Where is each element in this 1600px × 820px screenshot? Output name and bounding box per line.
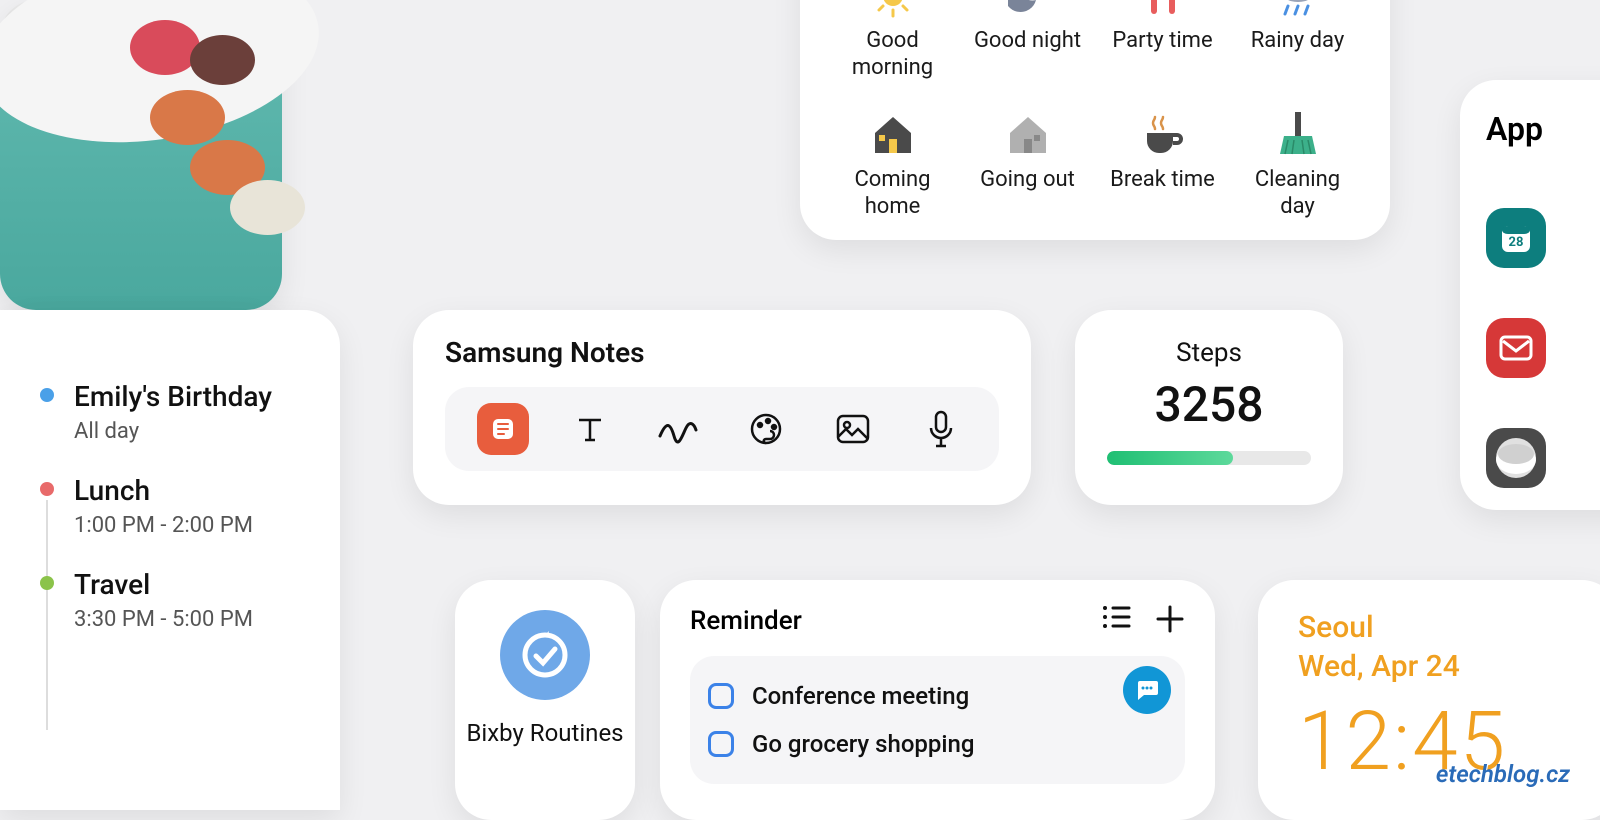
clock-city: Seoul: [1298, 610, 1578, 645]
party-icon: [1139, 0, 1187, 20]
notes-title: Samsung Notes: [445, 336, 999, 369]
reminder-item[interactable]: Go grocery shopping: [708, 720, 1167, 768]
browser-app-icon[interactable]: [1486, 428, 1546, 488]
routine-break-time[interactable]: Break time: [1100, 111, 1225, 220]
coffee-icon: [1139, 111, 1187, 159]
event-title: Travel: [74, 568, 253, 601]
voice-tool-button[interactable]: [915, 403, 967, 455]
home-icon: [869, 111, 917, 159]
event-title: Lunch: [74, 474, 253, 507]
routine-coming-home[interactable]: Coming home: [830, 111, 955, 220]
reminder-list: Conference meeting Go grocery shopping: [690, 656, 1185, 784]
routine-party-time[interactable]: Party time: [1100, 0, 1225, 81]
routine-label: Coming home: [830, 167, 955, 220]
reminder-text: Conference meeting: [752, 682, 969, 710]
mail-app-icon[interactable]: [1486, 318, 1546, 378]
reminder-widget: Reminder Conference meeting Go grocery s…: [660, 580, 1215, 820]
event-item[interactable]: Travel 3:30 PM - 5:00 PM: [40, 568, 310, 632]
chat-button[interactable]: [1123, 666, 1171, 714]
event-time: 3:30 PM - 5:00 PM: [74, 607, 253, 632]
palette-tool-button[interactable]: [740, 403, 792, 455]
new-note-button[interactable]: [477, 403, 529, 455]
steps-progress-bar: [1107, 451, 1311, 465]
routine-label: Going out: [980, 167, 1075, 193]
reminder-item[interactable]: Conference meeting: [708, 672, 1167, 720]
clock-date: Wed, Apr 24: [1298, 649, 1578, 684]
bixby-label: Bixby Routines: [465, 718, 625, 748]
macaron-image: [150, 90, 225, 145]
moon-icon: [1004, 0, 1052, 20]
event-item[interactable]: Lunch 1:00 PM - 2:00 PM: [40, 474, 310, 538]
event-time: All day: [74, 419, 272, 444]
routine-good-morning[interactable]: Good morning: [830, 0, 955, 81]
notes-toolbar: [445, 387, 999, 471]
rain-icon: [1274, 0, 1322, 20]
sun-icon: [869, 0, 917, 20]
routine-going-out[interactable]: Going out: [965, 111, 1090, 220]
checkbox[interactable]: [708, 731, 734, 757]
bixby-icon: [500, 610, 590, 700]
routine-label: Rainy day: [1251, 28, 1345, 54]
image-tool-button[interactable]: [827, 403, 879, 455]
calendar-events-widget[interactable]: Emily's Birthday All day Lunch 1:00 PM -…: [0, 310, 340, 810]
svg-text:28: 28: [1509, 235, 1524, 250]
watermark: etechblog.cz: [1436, 760, 1570, 788]
routine-rainy-day[interactable]: Rainy day: [1235, 0, 1360, 81]
steps-progress-fill: [1107, 451, 1233, 465]
text-tool-button[interactable]: [564, 403, 616, 455]
app-panel-title: App: [1486, 110, 1600, 148]
calendar-app-icon[interactable]: 28: [1486, 208, 1546, 268]
event-dot: [40, 482, 54, 496]
steps-widget[interactable]: Steps 3258: [1075, 310, 1343, 505]
reminder-text: Go grocery shopping: [752, 730, 975, 758]
steps-value: 3258: [1107, 376, 1311, 433]
routine-label: Break time: [1110, 167, 1215, 193]
routine-cleaning-day[interactable]: Cleaning day: [1235, 111, 1360, 220]
macaron-image: [130, 20, 200, 75]
event-dot: [40, 576, 54, 590]
pen-tool-button[interactable]: [652, 403, 704, 455]
list-view-button[interactable]: [1101, 604, 1131, 638]
macaron-image: [190, 35, 255, 85]
bixby-routines-widget[interactable]: Bixby Routines: [455, 580, 635, 820]
routines-widget: Good morning Good night Party time Rainy…: [800, 0, 1390, 240]
steps-label: Steps: [1107, 338, 1311, 368]
routine-label: Good night: [974, 28, 1081, 54]
checkbox[interactable]: [708, 683, 734, 709]
samsung-notes-widget: Samsung Notes: [413, 310, 1031, 505]
routine-label: Cleaning day: [1235, 167, 1360, 220]
reminder-title: Reminder: [690, 606, 802, 636]
add-reminder-button[interactable]: [1155, 604, 1185, 638]
event-item[interactable]: Emily's Birthday All day: [40, 380, 310, 444]
routine-good-night[interactable]: Good night: [965, 0, 1090, 81]
routine-label: Party time: [1112, 28, 1212, 54]
routine-label: Good morning: [830, 28, 955, 81]
app-panel: App 28: [1460, 80, 1600, 510]
event-dot: [40, 388, 54, 402]
broom-icon: [1274, 111, 1322, 159]
event-title: Emily's Birthday: [74, 380, 272, 413]
photo-widget[interactable]: [0, 0, 282, 310]
home-out-icon: [1004, 111, 1052, 159]
event-time: 1:00 PM - 2:00 PM: [74, 513, 253, 538]
